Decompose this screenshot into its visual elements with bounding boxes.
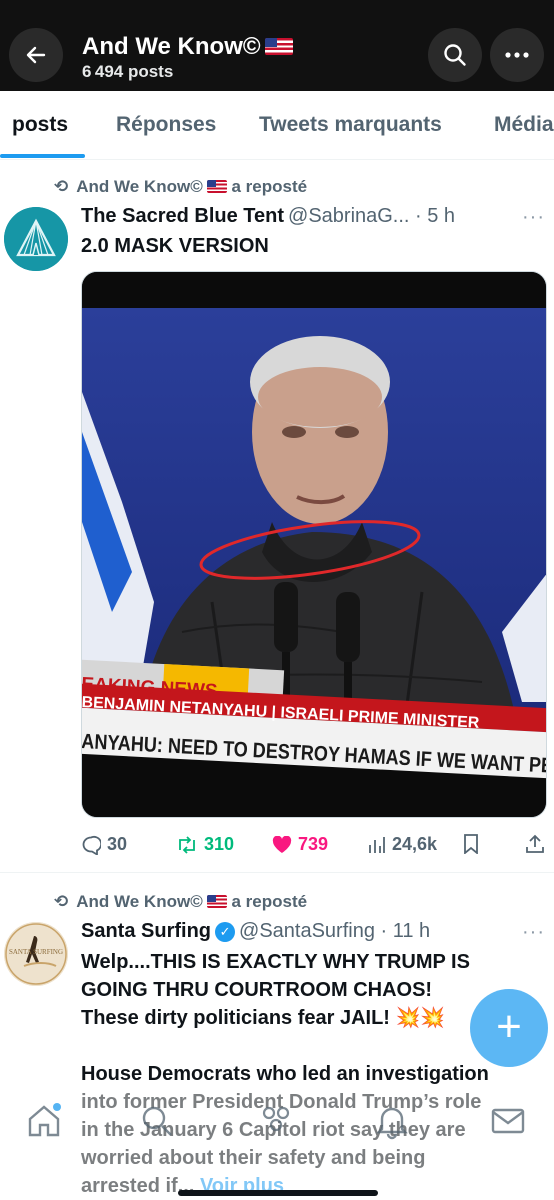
home-icon [28,1103,61,1137]
bookmark-icon [464,834,478,854]
reply-button[interactable]: 30 [81,834,127,855]
like-count: 739 [298,834,329,854]
repost-button[interactable]: 310 [176,834,234,855]
bottom-navigation [0,1085,554,1200]
tab-highlights[interactable]: Tweets marquants [259,113,442,137]
more-options-button[interactable] [490,28,544,82]
tab-posts[interactable]: posts [12,113,68,137]
us-flag-icon [206,895,227,908]
profile-header: And We Know© 6 494 posts [0,0,554,91]
repost-suffix: a reposté [231,177,308,196]
avatar-text: SANTA SURFING [8,948,64,956]
messages-tab[interactable] [488,1101,528,1141]
heart-icon [272,835,292,853]
more-dots-icon [505,52,529,58]
like-button[interactable]: 739 [272,834,328,855]
author-name[interactable]: Santa Surfing [81,920,211,942]
arrow-left-icon [26,46,46,64]
tent-logo-icon [4,207,68,271]
views-chart-icon [369,836,385,853]
post-author-line: The Sacred Blue Tent @SabrinaG... · 5 h [81,205,455,228]
share-icon [526,834,544,853]
repost-indicator[interactable]: ⟲ And We Know© a reposté [54,177,307,197]
communities-icon [262,1106,290,1132]
profile-tabs: posts Réponses Tweets marquants Média [0,91,554,160]
profile-name-text: And We Know© [82,33,261,60]
post-author-line: Santa Surfing ✓ @SantaSurfing · 11 h [81,920,430,943]
mail-icon [491,1108,525,1134]
post-more-button[interactable]: ··· [522,206,545,229]
post-text: 2.0 MASK VERSION [81,235,269,257]
plus-icon: + [496,1002,522,1051]
repost-icon: ⟲ [54,177,69,196]
reply-count: 30 [107,834,128,854]
communities-tab[interactable] [256,1101,296,1141]
bell-icon [376,1107,408,1140]
home-indicator [178,1190,378,1196]
post-divider [0,872,554,873]
back-button[interactable] [9,28,63,82]
tab-media[interactable]: Média [494,113,554,137]
post-more-button[interactable]: ··· [522,921,545,944]
post-text-line: House Democrats who led an investigation [81,1063,489,1085]
tab-replies[interactable]: Réponses [116,113,216,137]
verified-badge-icon: ✓ [215,922,236,942]
views-button[interactable]: 24,6k [368,834,437,855]
posts-count: 6 494 posts [82,62,174,81]
search-tab[interactable] [137,1101,177,1141]
post-actions: 30 310 739 24,6k [81,830,547,860]
us-flag-icon [206,180,227,193]
repost-suffix: a reposté [231,892,308,911]
repost-user: And We Know© [76,892,203,911]
share-button[interactable] [525,834,545,854]
search-icon [444,44,466,66]
avatar[interactable]: SANTA SURFING [4,922,68,986]
active-tab-indicator [0,154,85,158]
handle-time: @SabrinaG... · 5 h [288,205,456,227]
handle-time: @SantaSurfing · 11 h [239,920,431,942]
search-icon [142,1106,172,1136]
search-button[interactable] [428,28,482,82]
repost-user: And We Know© [76,177,203,196]
compose-button[interactable]: + [470,989,548,1067]
author-name[interactable]: The Sacred Blue Tent [81,205,284,227]
avatar[interactable] [4,207,68,271]
post-text-line: Welp....THIS IS EXACTLY WHY TRUMP IS [81,951,470,973]
repost-icon: ⟲ [54,892,69,911]
profile-name: And We Know© [82,34,293,60]
repost-indicator[interactable]: ⟲ And We Know© a reposté [54,892,307,912]
repost-count: 310 [204,834,235,854]
repost-icon [179,835,195,854]
reply-icon [82,835,101,855]
notifications-tab[interactable] [372,1101,412,1141]
us-flag-icon [264,38,293,55]
views-count: 24,6k [392,834,438,854]
bookmark-button[interactable] [463,834,479,854]
post-text-line: GOING THRU COURTROOM CHAOS! [81,979,433,1001]
post-image[interactable]: EAKING NEWS BENJAMIN NETANYAHU | ISRAELI… [81,271,547,818]
home-tab[interactable] [24,1101,64,1141]
